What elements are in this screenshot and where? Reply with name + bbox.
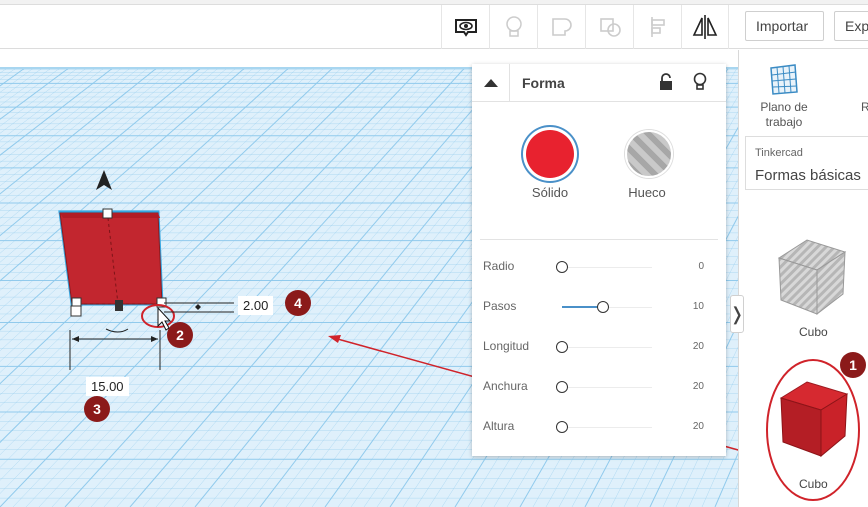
param-slider-track[interactable] [562,387,652,388]
group-tool-button[interactable] [537,5,585,49]
param-slider-track[interactable] [562,347,652,348]
bulb-icon [505,16,522,37]
bulb-icon[interactable] [692,72,708,92]
library-source: Tinkercad [755,147,803,159]
param-value[interactable]: 10 [693,301,704,312]
drag-arrow-head [328,335,341,343]
mirror-icon [692,15,718,39]
param-row-radio: Radio 0 [472,257,726,277]
param-label: Anchura [483,379,528,393]
corner-handle-bottom-left[interactable] [70,305,82,317]
align-tool-button[interactable] [633,5,681,49]
top-center-handle[interactable] [102,208,113,219]
ungroup-icon [599,18,621,37]
rotate-arc-icon[interactable] [105,328,129,333]
param-row-longitud: Longitud 20 [472,337,726,357]
hole-label: Hueco [628,185,666,200]
param-row-pasos: Pasos 10 [472,297,726,317]
annotation-badge-1: 1 [840,352,866,378]
param-label: Radio [483,259,515,273]
param-value[interactable]: 20 [693,421,704,432]
param-slider-thumb[interactable] [556,261,568,273]
shape-label-hole-cube: Cubo [799,325,828,339]
library-name: Formas básicas [755,167,861,184]
param-value[interactable]: 0 [698,261,704,272]
param-label: Longitud [483,339,530,353]
tinkercad-editor: Importar Exp 2.00 15.00 2 3 4 Forma Sóli… [0,0,868,507]
mirror-tool-button[interactable] [681,5,729,49]
param-row-anchura: Anchura 20 [472,377,726,397]
caret-up-icon [483,79,498,87]
solid-label: Sólido [531,185,569,200]
align-icon [650,17,665,37]
param-row-altura: Altura 20 [472,417,726,437]
height-dimension-input[interactable]: 2.00 [238,296,274,315]
dim-height-marker [195,304,201,310]
param-slider-thumb[interactable] [556,341,568,353]
export-button[interactable]: Exp [834,11,868,41]
inspector-header: Forma [472,64,726,102]
toolbar: Importar Exp [0,5,868,49]
cube-hole-thumbnail[interactable] [773,230,849,318]
shapes-panel: Plano de trabajo R Tinkercad Formas bási… [739,50,868,507]
param-slider-track[interactable] [562,427,652,428]
workplane-tool[interactable]: Plano de trabajo [749,62,819,130]
ungroup-tool-button[interactable] [585,5,633,49]
badge-1-label: 1 [849,357,857,373]
width-dimension-input[interactable]: 15.00 [86,377,129,396]
side-handle-bottom[interactable] [115,300,123,311]
shape-inspector: Forma Sólido Hueco Radio 0 Pasos 10 Longitud… [472,64,726,456]
param-value[interactable]: 20 [693,381,704,392]
visibility-tool-button[interactable] [441,5,489,49]
side-panel-toggle[interactable]: ❭ [729,295,745,333]
ruler-tool[interactable]: R [839,62,868,115]
badge-4-label: 4 [294,295,302,311]
param-value[interactable]: 20 [693,341,704,352]
height-value: 2.00 [243,298,269,313]
workplane-grid-icon [770,64,798,95]
lock-icon[interactable] [658,73,674,91]
group-icon [551,18,572,36]
chevron-right-icon: ❭ [729,303,745,324]
ruler-icon [857,62,868,96]
badge-2-label: 2 [176,327,184,343]
import-button[interactable]: Importar [745,11,824,41]
cube-shape[interactable] [59,212,163,305]
hole-swatch[interactable] [625,130,673,178]
param-slider-track[interactable] [562,267,652,268]
solid-color-swatch[interactable] [526,130,574,178]
lift-handle-icon[interactable] [96,170,112,190]
light-tool-button[interactable] [489,5,537,49]
param-slider-thumb[interactable] [596,301,609,313]
workplane-tool-label: Plano de trabajo [760,100,808,129]
param-label: Pasos [483,299,517,313]
collapse-button[interactable] [472,64,510,102]
selection-highlight-ellipse [766,359,860,501]
export-label: Exp [845,18,868,34]
param-slider-thumb[interactable] [556,381,568,393]
ruler-tool-label: R [861,100,868,114]
import-label: Importar [756,18,809,34]
width-value: 15.00 [91,379,124,394]
annotation-badge-4: 4 [285,290,311,316]
visibility-icon [454,19,477,37]
inspector-divider [480,239,718,240]
annotation-badge-3: 3 [84,396,110,422]
annotation-badge-2: 2 [167,322,193,348]
badge-3-label: 3 [93,401,101,417]
inspector-title: Forma [522,75,565,91]
shape-library-selector[interactable]: Tinkercad Formas básicas [745,136,868,190]
param-slider-thumb[interactable] [556,421,568,433]
param-label: Altura [483,419,515,433]
